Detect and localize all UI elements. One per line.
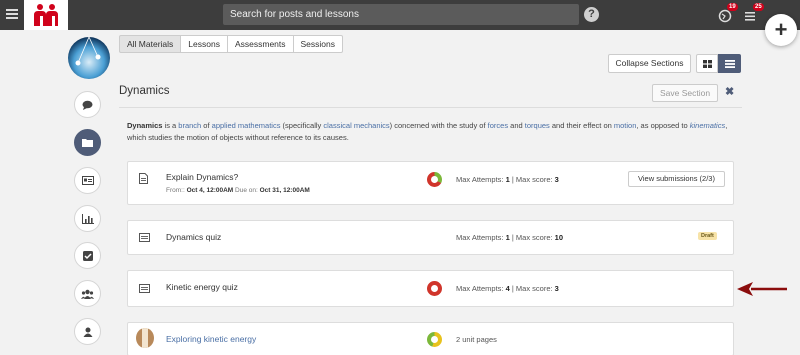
progress-ring — [427, 281, 442, 296]
material-filter-tabs: All Materials Lessons Assessments Sessio… — [119, 35, 344, 53]
section-description: Dynamics is a branch of applied mathemat… — [127, 121, 728, 142]
link-motion[interactable]: motion — [614, 121, 637, 130]
tab-lessons[interactable]: Lessons — [180, 35, 228, 53]
material-item-assignment[interactable]: Explain Dynamics? From:: Oct 4, 12:00AM … — [127, 161, 734, 205]
draft-badge: Draft — [698, 232, 717, 240]
annotation-arrow-icon — [737, 282, 787, 296]
grid-view-button[interactable] — [696, 54, 718, 73]
desc-term: Dynamics — [127, 121, 163, 130]
folder-icon — [82, 139, 93, 147]
item-limits: Max Attempts: 4 | Max score: 3 — [456, 284, 559, 293]
top-bar: Search for posts and lessons ? 19 25 — [0, 0, 800, 30]
list-icon — [724, 59, 735, 68]
section-title[interactable]: Dynamics — [119, 85, 169, 97]
grid-icon — [702, 59, 712, 68]
list-view-button[interactable] — [718, 54, 741, 73]
side-analytics[interactable] — [74, 205, 101, 232]
users-icon — [81, 289, 94, 299]
user-icon — [83, 327, 92, 337]
hamburger-menu-icon[interactable] — [6, 9, 18, 19]
id-card-icon — [81, 176, 94, 185]
link-applied-mathematics[interactable]: applied mathematics — [212, 121, 281, 130]
checkbox-icon — [82, 250, 93, 261]
lesson-thumbnail — [136, 328, 154, 348]
link-torques[interactable]: torques — [525, 121, 550, 130]
link-kinematics[interactable]: kinematics — [690, 121, 725, 130]
quiz-icon — [139, 284, 150, 293]
collapse-sections-button[interactable]: Collapse Sections — [608, 54, 691, 73]
progress-ring — [427, 332, 442, 347]
section-divider — [119, 107, 742, 108]
save-section-button[interactable]: Save Section — [652, 84, 718, 102]
side-discussions[interactable] — [74, 91, 101, 118]
list-icon — [745, 12, 755, 21]
item-title[interactable]: Kinetic energy quiz — [166, 282, 238, 292]
messages-button[interactable]: 25 — [744, 3, 764, 24]
item-limits: Max Attempts: 1 | Max score: 3 — [456, 175, 559, 184]
link-forces[interactable]: forces — [488, 121, 508, 130]
side-materials[interactable] — [74, 129, 101, 156]
close-icon[interactable]: ✖ — [725, 85, 734, 98]
side-assignments[interactable] — [74, 242, 101, 269]
notifications-badge: 19 — [727, 3, 738, 11]
progress-ring — [427, 172, 442, 187]
tab-assessments[interactable]: Assessments — [226, 35, 294, 53]
chat-bubble-icon — [82, 100, 93, 110]
document-icon — [139, 173, 148, 184]
item-limits: Max Attempts: 1 | Max score: 10 — [456, 233, 564, 242]
quiz-icon — [139, 233, 150, 242]
item-title[interactable]: Explain Dynamics? — [166, 172, 238, 182]
item-title[interactable]: Exploring kinetic energy — [166, 334, 256, 344]
globe-icon — [718, 9, 732, 23]
side-gradebook[interactable] — [74, 167, 101, 194]
course-avatar[interactable] — [68, 37, 110, 79]
help-icon[interactable]: ? — [584, 7, 599, 22]
search-input[interactable]: Search for posts and lessons — [223, 4, 579, 25]
tab-sessions[interactable]: Sessions — [292, 35, 344, 53]
link-branch[interactable]: branch — [178, 121, 201, 130]
messages-badge: 25 — [753, 3, 764, 11]
add-button[interactable]: + — [765, 14, 797, 46]
bar-chart-icon — [81, 213, 94, 224]
view-submissions-button[interactable]: View submissions (2/3) — [628, 171, 725, 187]
app-logo[interactable] — [24, 0, 68, 30]
side-profile[interactable] — [74, 318, 101, 345]
link-classical-mechanics[interactable]: classical mechanics — [323, 121, 389, 130]
item-pages: 2 unit pages — [456, 335, 497, 344]
side-members[interactable] — [74, 280, 101, 307]
material-item-lesson[interactable]: Exploring kinetic energy 2 unit pages — [127, 322, 734, 355]
material-item-quiz[interactable]: Dynamics quiz Max Attempts: 1 | Max scor… — [127, 220, 734, 255]
notifications-button[interactable]: 19 — [718, 3, 738, 24]
item-title[interactable]: Dynamics quiz — [166, 232, 221, 242]
material-item-quiz[interactable]: Kinetic energy quiz Max Attempts: 4 | Ma… — [127, 270, 734, 307]
tab-all-materials[interactable]: All Materials — [119, 35, 182, 53]
item-dates: From:: Oct 4, 12:00AM Due on: Oct 31, 12… — [166, 187, 310, 194]
